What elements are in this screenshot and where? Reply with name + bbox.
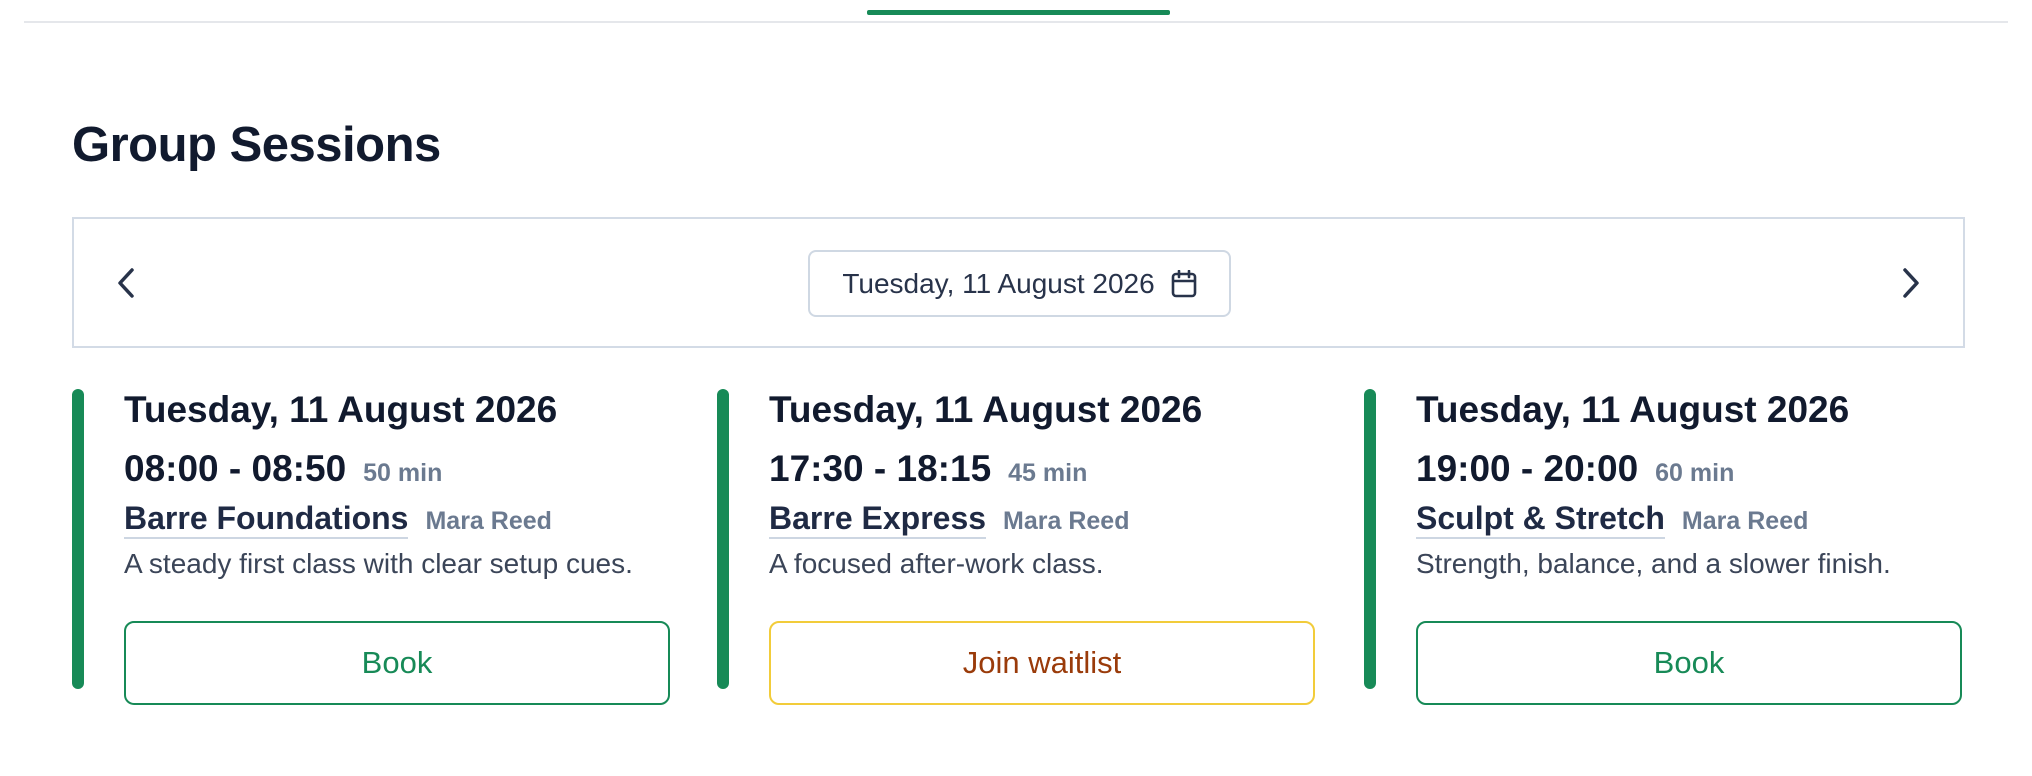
session-name-row: Barre Foundations Mara Reed: [124, 499, 668, 541]
session-instructor: Mara Reed: [1003, 507, 1130, 535]
previous-day-button[interactable]: [98, 255, 154, 311]
session-instructor: Mara Reed: [425, 507, 552, 535]
session-accent-bar: [1364, 389, 1376, 689]
active-tab-indicator: [867, 10, 1170, 15]
session-name-link[interactable]: Sculpt & Stretch: [1416, 499, 1665, 539]
session-description: A steady first class with clear setup cu…: [124, 548, 633, 579]
session-details: Tuesday, 11 August 2026 19:00 - 20:00 60…: [1416, 389, 1960, 582]
session-name-link[interactable]: Barre Express: [769, 499, 987, 539]
session-details: Tuesday, 11 August 2026 17:30 - 18:15 45…: [769, 389, 1313, 582]
session-duration: 50 min: [363, 459, 443, 487]
session-date: Tuesday, 11 August 2026: [769, 389, 1203, 430]
selected-date-label: Tuesday, 11 August 2026: [842, 267, 1155, 299]
next-day-button[interactable]: [1883, 255, 1939, 311]
book-button[interactable]: Book: [1416, 621, 1962, 705]
session-time-row: 17:30 - 18:15 45 min: [769, 447, 1313, 491]
session-name-link[interactable]: Barre Foundations: [124, 499, 409, 539]
session-time: 19:00 - 20:00: [1416, 448, 1639, 489]
session-duration: 45 min: [1008, 459, 1088, 487]
session-card: Tuesday, 11 August 2026 19:00 - 20:00 60…: [1364, 389, 1962, 705]
session-time: 17:30 - 18:15: [769, 448, 992, 489]
chevron-right-icon: [1903, 268, 1919, 298]
session-accent-bar: [717, 389, 729, 689]
book-button[interactable]: Book: [124, 621, 670, 705]
session-card: Tuesday, 11 August 2026 08:00 - 08:50 50…: [72, 389, 670, 705]
session-details: Tuesday, 11 August 2026 08:00 - 08:50 50…: [124, 389, 668, 582]
session-name-row: Barre Express Mara Reed: [769, 499, 1313, 541]
page-title: Group Sessions: [72, 118, 441, 172]
session-date: Tuesday, 11 August 2026: [124, 389, 558, 430]
session-card: Tuesday, 11 August 2026 17:30 - 18:15 45…: [717, 389, 1315, 705]
top-divider: [24, 21, 2008, 23]
session-time: 08:00 - 08:50: [124, 448, 347, 489]
session-time-row: 19:00 - 20:00 60 min: [1416, 447, 1960, 491]
session-instructor: Mara Reed: [1681, 507, 1809, 535]
session-accent-bar: [72, 389, 84, 689]
session-duration: 60 min: [1655, 459, 1735, 487]
date-picker-button[interactable]: Tuesday, 11 August 2026: [808, 250, 1231, 317]
session-description: A focused after-work class.: [769, 548, 1104, 579]
date-navigator: Tuesday, 11 August 2026: [72, 217, 1965, 348]
join-waitlist-button[interactable]: Join waitlist: [769, 621, 1315, 705]
session-date: Tuesday, 11 August 2026: [1416, 389, 1850, 430]
chevron-left-icon: [118, 268, 134, 298]
session-time-row: 08:00 - 08:50 50 min: [124, 447, 668, 491]
calendar-icon: [1171, 269, 1197, 298]
session-name-row: Sculpt & Stretch Mara Reed: [1416, 499, 1960, 541]
session-description: Strength, balance, and a slower finish.: [1416, 548, 1891, 579]
